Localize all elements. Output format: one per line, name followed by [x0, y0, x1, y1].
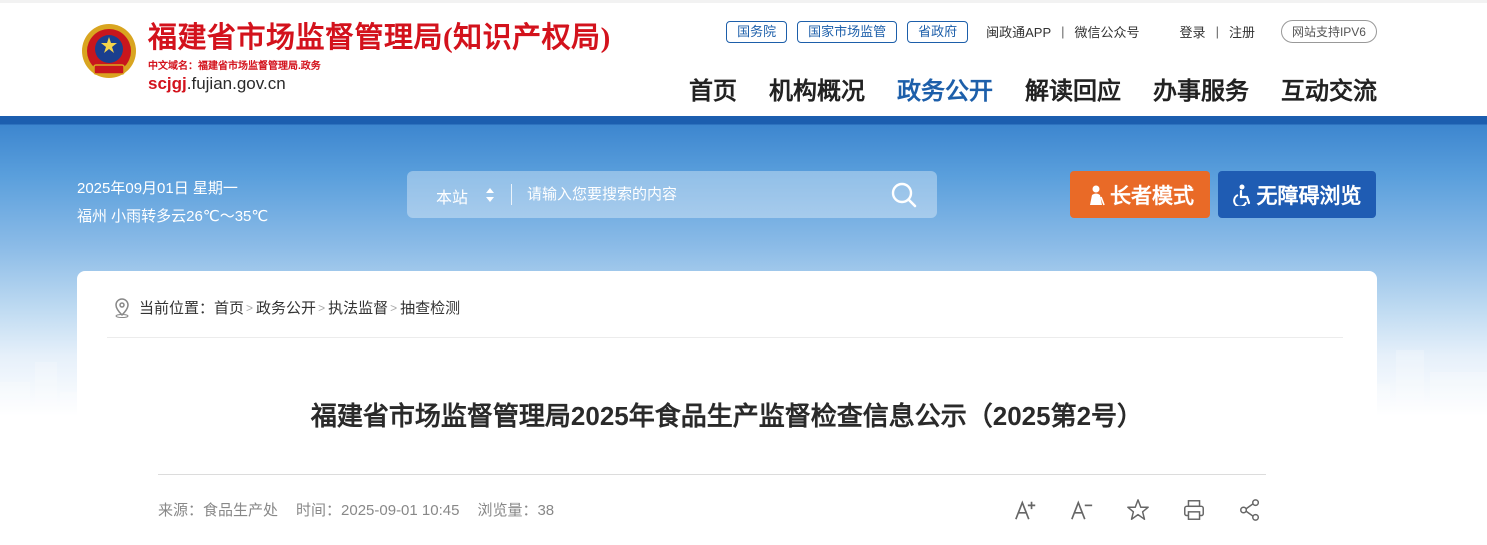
separator: |: [1061, 24, 1065, 39]
article-meta: 来源：食品生产处 时间：2025-09-01 10:45 浏览量：38: [158, 499, 572, 520]
nav-services[interactable]: 办事服务: [1153, 71, 1249, 106]
login-link[interactable]: 登录: [1180, 22, 1206, 41]
main-nav: 首页 机构概况 政务公开 解读回应 办事服务 互动交流: [657, 71, 1377, 106]
emblem-icon: [82, 24, 136, 78]
site-logo[interactable]: 福建省市场监督管理局(知识产权局) 中文域名：福建省市场监督管理局.政务 scj…: [80, 21, 611, 94]
article-views: 浏览量：38: [477, 502, 555, 519]
font-decrease-icon[interactable]: [1069, 497, 1095, 523]
nav-interpretation[interactable]: 解读回应: [1025, 71, 1121, 106]
article-time: 时间：2025-09-01 10:45: [296, 502, 460, 519]
article-tools: [1013, 497, 1263, 523]
search-input[interactable]: [527, 180, 887, 209]
ipv6-badge: 网站支持IPV6: [1280, 20, 1377, 43]
breadcrumb-enforcement[interactable]: 执法监督: [328, 297, 388, 318]
breadcrumb-home[interactable]: 首页: [214, 297, 244, 318]
article-source: 来源：食品生产处: [158, 502, 279, 519]
article-title: 福建省市场监督管理局2025年食品生产监督检查信息公示（2025第2号）: [310, 401, 1144, 431]
site-title: 福建省市场监督管理局(知识产权局): [148, 22, 611, 54]
search-icon[interactable]: [891, 182, 917, 208]
accessible-browse-button[interactable]: 无障碍浏览: [1218, 171, 1376, 218]
content-card: 当前位置： 首页 > 政务公开 > 执法监督 > 抽查检测 福建省市场监督管理局…: [77, 271, 1377, 545]
breadcrumb-separator: >: [318, 300, 326, 315]
search-scope-select[interactable]: 本站: [436, 184, 468, 208]
breadcrumb: 当前位置： 首页 > 政务公开 > 执法监督 > 抽查检测: [113, 297, 460, 318]
breadcrumb-separator: >: [390, 300, 398, 315]
site-header: 福建省市场监督管理局(知识产权局) 中文域名：福建省市场监督管理局.政务 scj…: [0, 0, 1487, 116]
wheelchair-icon: [1232, 184, 1250, 206]
elder-icon: [1090, 185, 1105, 205]
search-divider: [511, 184, 512, 205]
nav-home[interactable]: 首页: [689, 71, 737, 106]
elder-mode-button[interactable]: 长者模式: [1070, 171, 1210, 218]
breadcrumb-separator: >: [246, 300, 254, 315]
font-increase-icon[interactable]: [1013, 497, 1039, 523]
breadcrumb-prefix: 当前位置：: [139, 300, 215, 317]
app-link[interactable]: 闽政通APP: [986, 22, 1051, 41]
weather: 福州 小雨转多云26℃～35℃: [77, 208, 269, 225]
top-pill-state-council[interactable]: 国务院: [726, 20, 788, 43]
top-pill-samr[interactable]: 国家市场监管: [797, 20, 898, 43]
breadcrumb-divider: [107, 337, 1343, 338]
search-bar: 本站: [407, 171, 937, 218]
top-links: 国务院 国家市场监管 省政府 闽政通APP | 微信公众号 登录 | 注册 网站…: [726, 20, 1377, 43]
star-icon[interactable]: [1125, 497, 1151, 523]
sort-arrows-icon[interactable]: [485, 187, 495, 203]
location-pin-icon: [115, 297, 129, 318]
date-weather: 2025年09月01日 星期一 福州 小雨转多云26℃～35℃: [77, 175, 268, 231]
print-icon[interactable]: [1181, 497, 1207, 523]
wechat-link[interactable]: 微信公众号: [1075, 22, 1140, 41]
breadcrumb-inspection[interactable]: 抽查检测: [400, 297, 460, 318]
accessible-browse-label: 无障碍浏览: [1256, 184, 1362, 208]
top-pill-provincial-gov[interactable]: 省政府: [907, 20, 969, 43]
separator: |: [1215, 24, 1219, 39]
nav-gov-affairs[interactable]: 政务公开: [897, 71, 993, 106]
english-domain: scjgj.fujian.gov.cn: [148, 74, 286, 93]
chinese-domain: 中文域名：福建省市场监督管理局.政务: [148, 61, 321, 72]
elder-mode-label: 长者模式: [1110, 184, 1194, 208]
breadcrumb-gov-affairs[interactable]: 政务公开: [256, 297, 316, 318]
register-link[interactable]: 注册: [1229, 22, 1255, 41]
nav-organization[interactable]: 机构概况: [769, 71, 865, 106]
nav-interaction[interactable]: 互动交流: [1281, 71, 1377, 106]
share-icon[interactable]: [1237, 497, 1263, 523]
title-divider: [158, 474, 1266, 475]
current-date: 2025年09月01日 星期一: [77, 180, 238, 197]
